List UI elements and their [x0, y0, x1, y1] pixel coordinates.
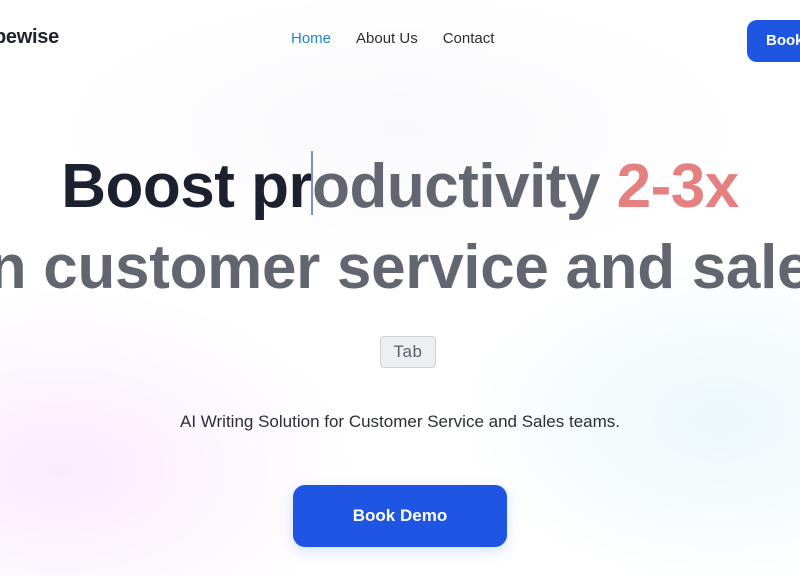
hero-headline-line-1: Boost productivity 2-3x: [0, 151, 800, 223]
headline-suggestion-text: oductivity: [312, 152, 617, 221]
headline-accent-text: 2-3x: [616, 152, 740, 221]
brand-logo[interactable]: pewise: [0, 26, 59, 49]
header-book-demo-button[interactable]: Book: [747, 20, 800, 62]
book-demo-button[interactable]: Book Demo: [293, 485, 507, 547]
tab-key-hint: Tab: [380, 336, 436, 368]
headline-typed-text: Boost pr: [61, 152, 313, 221]
main-nav: Home About Us Contact: [291, 30, 494, 47]
nav-contact-link[interactable]: Contact: [443, 30, 495, 47]
hero-subtitle: AI Writing Solution for Customer Service…: [180, 412, 620, 431]
nav-about-link[interactable]: About Us: [356, 30, 418, 47]
hero-headline-line-2: n customer service and sale: [0, 233, 800, 302]
landing-page: pewise Home About Us Contact Book Boost …: [0, 0, 800, 576]
nav-home-link[interactable]: Home: [291, 30, 331, 47]
